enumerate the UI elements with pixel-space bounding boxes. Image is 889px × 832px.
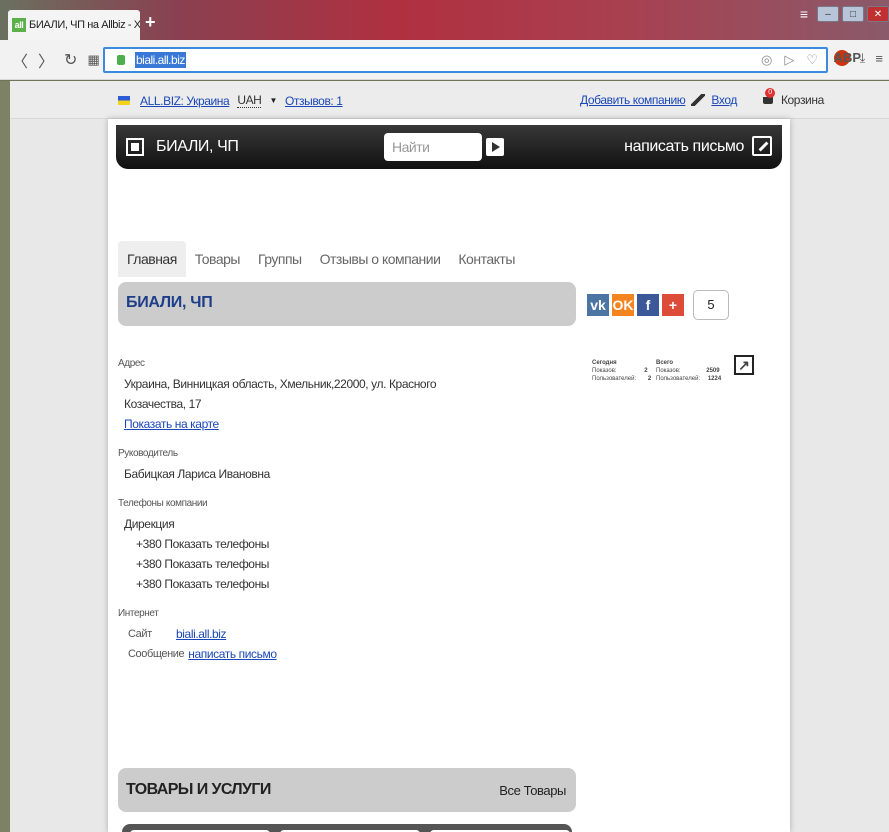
menu-icon[interactable]: ≡ <box>800 6 808 22</box>
address-line1: Украина, Винницкая область, Хмельник,220… <box>124 377 437 391</box>
url-field[interactable]: biali.all.biz ◎ ▷ ♡ <box>103 47 828 73</box>
web-page: ALL.BIZ: Украина UAH ▼ Отзывов: 1 Добави… <box>10 81 889 832</box>
chevron-down-icon[interactable]: ▼ <box>269 96 277 105</box>
odnoklassniki-icon[interactable]: OK <box>612 294 634 316</box>
message-link[interactable]: написать письмо <box>188 644 277 664</box>
lock-icon <box>117 55 125 65</box>
address-line2: Козачества, 17 <box>124 397 202 411</box>
snapshot-icon[interactable]: ◎ <box>761 52 772 68</box>
browser-menu-icon[interactable]: ≡ <box>875 51 883 66</box>
site-key: Сайт <box>128 628 152 640</box>
header-company-name[interactable]: БИАЛИ, ЧП <box>156 138 239 156</box>
goods-title: ТОВАРЫ И УСЛУГИ <box>126 781 271 798</box>
phone-2[interactable]: +380 Показать телефоны <box>118 554 436 574</box>
stats-users-label-2: Пользователей: <box>656 376 701 382</box>
stats-views-label-2: Показов: <box>656 368 681 374</box>
stats-today-views: 2 <box>644 368 648 374</box>
browser-tab[interactable]: all БИАЛИ, ЧП на Allbiz - Хмельник X <box>8 10 140 40</box>
browser-window: all БИАЛИ, ЧП на Allbiz - Хмельник X + ≡… <box>0 0 889 832</box>
phone-1[interactable]: +380 Показать телефоны <box>118 534 436 554</box>
share-count: 5 <box>693 290 729 320</box>
stats-today-label: Сегодня <box>592 360 617 366</box>
visit-stats: Сегодня Показов: 2 Пользователей: 2 Всег… <box>592 355 754 395</box>
site-top-nav: ALL.BIZ: Украина UAH ▼ Отзывов: 1 Добави… <box>10 81 889 119</box>
facebook-icon[interactable]: f <box>637 294 659 316</box>
cart-badge: 0 <box>764 88 775 98</box>
url-text[interactable]: biali.all.biz <box>135 52 186 68</box>
stats-total-label: Всего <box>656 360 674 366</box>
manager-label: Руководитель <box>118 448 178 459</box>
stats-users-label: Пользователей: <box>592 376 637 382</box>
all-goods-link[interactable]: Все Товары <box>499 783 566 798</box>
apps-grid-icon[interactable]: ▦ <box>87 52 99 68</box>
extensions-area: ABP ⤓ ≡ <box>833 50 889 66</box>
tab-title: БИАЛИ, ЧП на Allbiz - Хмельник <box>29 19 140 31</box>
stats-total-views: 2509 <box>706 368 720 374</box>
currency-select[interactable]: UAH <box>237 93 262 108</box>
company-info: Адрес Украина, Винницкая область, Хмельн… <box>118 354 437 664</box>
company-name-bar: БИАЛИ, ЧП <box>118 282 576 326</box>
write-letter-link[interactable]: написать письмо <box>624 138 744 156</box>
phone-group: Дирекция <box>124 517 175 531</box>
window-controls: ≡ – □ ✕ <box>800 6 889 22</box>
minimize-button[interactable]: – <box>817 6 839 22</box>
tab-reviews[interactable]: Отзывы о компании <box>311 241 450 277</box>
back-icon[interactable]: 〈 <box>12 48 28 72</box>
search-input[interactable]: Найти <box>384 133 482 161</box>
google-plus-icon[interactable]: + <box>662 294 684 316</box>
external-link-icon[interactable]: ↗ <box>734 355 754 375</box>
close-window-button[interactable]: ✕ <box>867 6 889 22</box>
show-map-link[interactable]: Показать на карте <box>124 417 219 431</box>
maximize-button[interactable]: □ <box>842 6 864 22</box>
internet-label: Интернет <box>118 608 159 619</box>
stats-today-users: 2 <box>647 376 652 382</box>
company-card: БИАЛИ, ЧП Найти написать письмо Главная … <box>108 119 790 832</box>
tab-contacts[interactable]: Контакты <box>449 241 523 277</box>
social-share: vk OK f + 5 <box>587 290 729 320</box>
url-icons: ◎ ▷ ♡ <box>761 52 818 68</box>
stats-views-label: Показов: <box>592 368 617 374</box>
brush-icon <box>691 94 706 106</box>
tab-goods[interactable]: Товары <box>186 241 249 277</box>
ukraine-flag-icon <box>118 96 130 105</box>
edit-icon[interactable] <box>752 136 772 156</box>
goods-header: ТОВАРЫ И УСЛУГИ Все Товары <box>118 768 576 812</box>
address-bar: 〈 〉 ↻ ▦ biali.all.biz ◎ ▷ ♡ ABP ⤓ ≡ <box>0 40 889 80</box>
favorite-icon[interactable]: ♡ <box>806 52 818 68</box>
adblock-icon[interactable]: ABP <box>833 50 861 66</box>
cart-icon[interactable]: 0 <box>761 88 775 106</box>
message-key: Сообщение <box>128 648 185 660</box>
search-button[interactable] <box>486 138 504 156</box>
stats-total-users: 1224 <box>707 376 722 382</box>
new-tab-button[interactable]: + <box>145 12 156 33</box>
phones-label: Телефоны компании <box>118 498 208 509</box>
site-region-link[interactable]: ALL.BIZ: Украина <box>140 94 230 108</box>
login-link[interactable]: Вход <box>711 93 737 107</box>
tab-bar: Главная Товары Группы Отзывы о компании … <box>118 241 524 277</box>
vk-icon[interactable]: vk <box>587 294 609 316</box>
phone-3[interactable]: +380 Показать телефоны <box>118 574 436 594</box>
manager-name: Бабицкая Лариса Ивановна <box>124 467 270 481</box>
tab-groups[interactable]: Группы <box>249 241 311 277</box>
site-link[interactable]: biali.all.biz <box>176 624 227 644</box>
cart-label[interactable]: Корзина <box>781 93 824 107</box>
address-label: Адрес <box>118 358 145 369</box>
tab-main[interactable]: Главная <box>118 241 186 277</box>
title-bar: all БИАЛИ, ЧП на Allbiz - Хмельник X + ≡… <box>0 0 889 40</box>
reviews-link[interactable]: Отзывов: 1 <box>285 94 343 108</box>
download-icon[interactable]: ⤓ <box>860 50 866 66</box>
favicon-icon: all <box>12 18 26 32</box>
company-header: БИАЛИ, ЧП Найти написать письмо <box>116 125 782 169</box>
add-company-link[interactable]: Добавить компанию <box>580 93 686 107</box>
home-icon[interactable] <box>126 138 144 156</box>
forward-icon[interactable]: 〉 <box>38 48 54 72</box>
left-panel <box>0 81 10 832</box>
share-icon[interactable]: ▷ <box>784 52 794 68</box>
reload-icon[interactable]: ↻ <box>64 50 77 70</box>
